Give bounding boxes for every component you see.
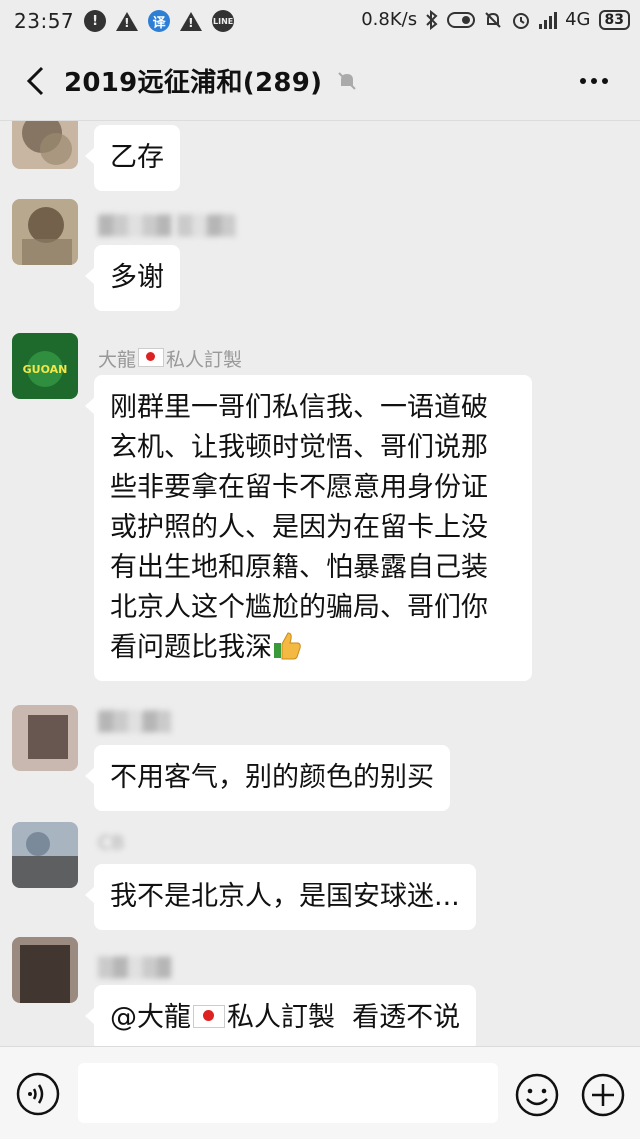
message-input[interactable] [78, 1063, 498, 1123]
translate-icon: 译 [148, 10, 171, 32]
message-line: 玄机、让我顿时觉悟、哥们说那 [110, 432, 488, 463]
sender-name: CB [98, 832, 125, 854]
message-line: 些非要拿在留卡不愿意用身份证 [110, 472, 488, 503]
chat-header: 2019远征浦和(289) [0, 42, 640, 121]
alarm-icon [513, 12, 530, 29]
message-line: 或护照的人、是因为在留卡上没 [110, 512, 488, 543]
message-bubble[interactable]: 乙存 [85, 125, 180, 191]
message-bubble[interactable]: @大龍 私人訂製 看透不说 [84, 985, 477, 1046]
status-time: 23:57 [14, 9, 75, 33]
avatar[interactable]: GUOAN [12, 333, 78, 399]
message-bubble[interactable]: 多谢 [85, 245, 180, 311]
voice-icon[interactable] [16, 1072, 60, 1116]
sender-name: ▓▒░▓▒ [98, 711, 172, 733]
plus-icon[interactable] [580, 1072, 626, 1118]
network-speed: 0.8K/s [361, 9, 418, 30]
warning-mark: ! [188, 15, 194, 30]
input-bar [0, 1046, 640, 1139]
network-type: 4G [565, 9, 591, 30]
message-list[interactable]: 乙存 ▓▒░▒▓ ▒░▓▒ 多谢 GUOAN 大龍 私人訂製 刚群里一哥们私信我、… [0, 121, 640, 1046]
japan-flag-icon [193, 1005, 225, 1028]
sender-name: ▓▒░▒▓ ▒░▓▒ [98, 215, 236, 237]
thumbs-up-icon [274, 632, 301, 660]
battery-icon: 83 [598, 9, 630, 30]
bell-off-icon [485, 11, 501, 28]
avatar[interactable] [12, 937, 78, 1003]
avatar-text: GUOAN [23, 363, 68, 376]
alert-notification-icon: ! [84, 10, 107, 32]
emoji-icon[interactable] [514, 1072, 560, 1118]
toggle-icon [447, 11, 476, 28]
message-text: 我不是北京人，是国安球迷... [110, 881, 460, 912]
warning-icon: ! [180, 11, 203, 31]
line-app-icon: LINE [212, 10, 235, 32]
message-bubble[interactable]: 刚群里一哥们私信我、一语道破 玄机、让我顿时觉悟、哥们说那 些非要拿在留卡不愿意… [85, 375, 532, 681]
avatar[interactable] [12, 705, 78, 771]
message-line: 刚群里一哥们私信我、一语道破 [110, 392, 488, 423]
chat-title: 2019远征浦和(289) [64, 68, 323, 98]
mention-suffix: 私人訂製 看透不说 [227, 1002, 461, 1033]
message-line: 看问题比我深 [110, 632, 272, 663]
warning-mark: ! [124, 15, 130, 30]
avatar[interactable] [12, 121, 78, 169]
bluetooth-icon [426, 9, 438, 30]
status-bar: 23:57 ! ! 译 ! LINE 0.8K/s 4G 83 [0, 0, 640, 42]
message-bubble[interactable]: 不用客气，别的颜色的别买 [85, 745, 450, 811]
avatar[interactable] [12, 822, 78, 888]
sender-name: 大龍 私人訂製 [98, 345, 242, 372]
message-text: 不用客气，别的颜色的别买 [110, 762, 434, 793]
avatar[interactable] [12, 199, 78, 265]
message-bubble[interactable]: 我不是北京人，是国安球迷... [85, 864, 476, 930]
sender-name-suffix: 私人訂製 [166, 349, 243, 371]
message-text: 多谢 [110, 262, 164, 293]
message-line: 北京人这个尴尬的骗局、哥们你 [110, 592, 488, 623]
signal-icon [539, 11, 558, 29]
more-icon[interactable] [578, 68, 610, 94]
message-line: 有出生地和原籍、怕暴露自己装 [110, 552, 488, 583]
sender-name-prefix: 大龍 [98, 349, 137, 371]
sender-name: ▒▓░▒▓ [98, 957, 172, 979]
japan-flag-icon [138, 348, 165, 367]
mention-prefix: @大龍 [110, 1002, 191, 1033]
message-text: 乙存 [110, 142, 164, 173]
warning-icon: ! [116, 11, 139, 31]
bell-off-icon [338, 72, 356, 90]
message-line-last: 看问题比我深 [110, 628, 516, 668]
chevron-left-icon[interactable] [22, 64, 52, 98]
